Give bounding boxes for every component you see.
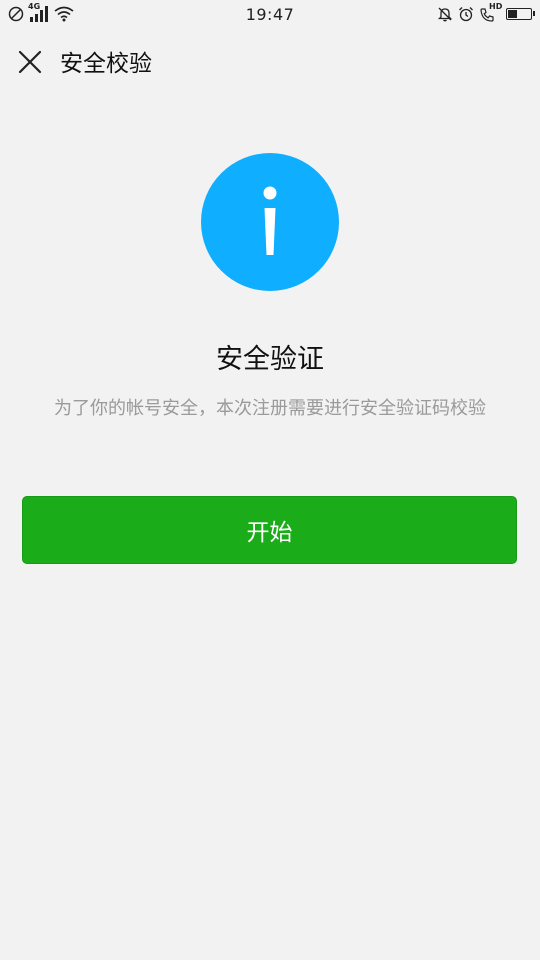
status-bar: 4G 19:47 HD <box>0 0 540 30</box>
close-button[interactable] <box>8 42 52 86</box>
hd-call-icon: HD <box>479 2 503 23</box>
verify-description: 为了你的帐号安全，本次注册需要进行安全验证码校验 <box>54 398 486 419</box>
status-right: HD <box>437 2 535 24</box>
battery-icon <box>506 8 535 20</box>
battery-level <box>508 10 517 18</box>
hd-label: HD <box>489 2 503 11</box>
title-bar: 安全校验 <box>0 30 540 98</box>
info-badge <box>201 153 339 291</box>
close-icon <box>17 49 43 79</box>
start-button[interactable]: 开始 <box>22 496 517 564</box>
alarm-icon <box>458 6 474 22</box>
mute-icon <box>437 6 453 22</box>
page-title: 安全校验 <box>60 51 152 77</box>
verify-title: 安全验证 <box>216 344 324 375</box>
